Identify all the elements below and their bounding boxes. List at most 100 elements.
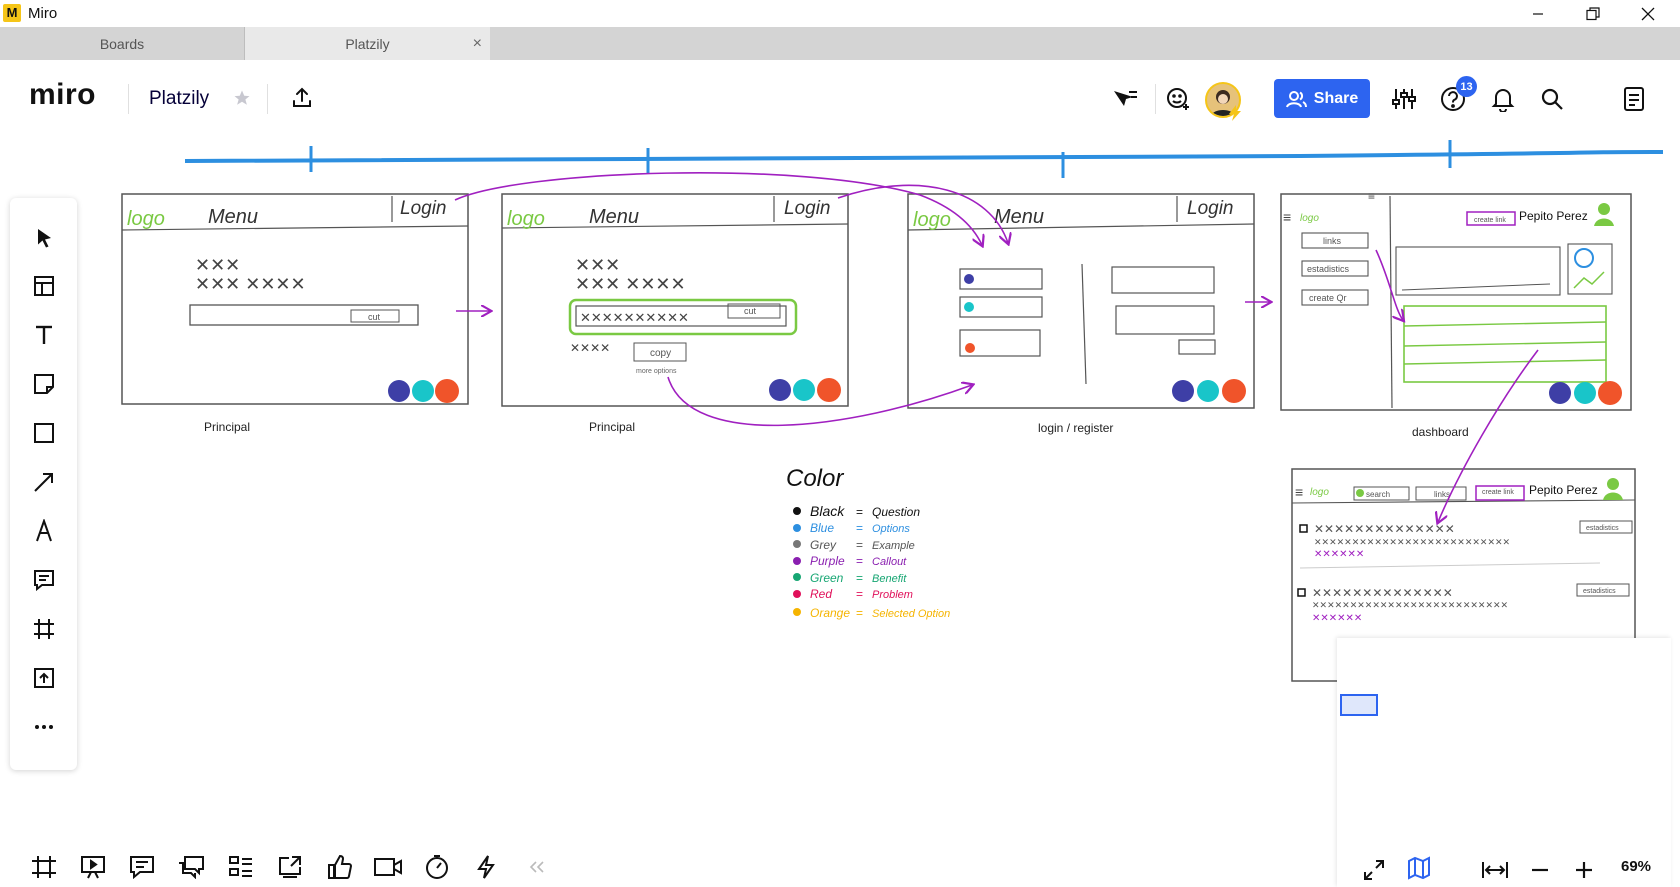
presentation-button[interactable]: [76, 850, 110, 884]
upload-icon: [33, 668, 54, 688]
wireframe-frame-3[interactable]: logo Menu Login: [907, 193, 1255, 409]
frame-caption: Principal: [589, 420, 636, 434]
legend-item-name: Purple: [810, 554, 845, 568]
reactions-icon: [328, 854, 352, 879]
sketch-logo: logo: [1300, 213, 1319, 224]
fullscreen-button[interactable]: [1359, 855, 1389, 885]
placeholder-x-text: ✕✕✕✕✕✕✕✕✕✕✕✕✕✕: [1312, 586, 1453, 600]
comment-icon: [33, 570, 54, 591]
templates-tool[interactable]: [10, 264, 77, 308]
select-cursor-icon: [37, 229, 51, 248]
legend-item: Grey = Example: [793, 538, 915, 552]
video-call-icon: [374, 858, 402, 876]
svg-text:=: =: [856, 587, 863, 601]
left-toolbar: [10, 198, 77, 770]
legend-item: Blue = Options: [793, 521, 910, 535]
zoom-in-button[interactable]: [1569, 855, 1599, 885]
collapse-toolbar-button[interactable]: [520, 850, 554, 884]
placeholder-x-text: ✕✕✕✕✕✕✕✕✕✕: [580, 310, 689, 325]
sketch-logo: logo: [507, 208, 545, 230]
zoom-level[interactable]: 69%: [1621, 858, 1651, 875]
video-call-button[interactable]: [371, 850, 405, 884]
color-legend[interactable]: Color Black = Question Blue = Options Gr…: [786, 465, 950, 620]
sketch-login: Login: [400, 198, 447, 219]
comment-tool[interactable]: [10, 558, 77, 602]
shape-icon: [33, 423, 54, 443]
hamburger-sketch: ≡: [1295, 484, 1303, 500]
minus-icon: [1532, 868, 1548, 872]
placeholder-x-text: ✕✕✕✕✕✕: [1312, 613, 1362, 624]
timer-button[interactable]: [420, 850, 454, 884]
minimap-panel[interactable]: [1337, 638, 1671, 887]
fit-width-icon: [1482, 862, 1508, 878]
zoom-out-button[interactable]: [1525, 855, 1555, 885]
frames-panel-button[interactable]: [27, 850, 61, 884]
sketch-logo: logo: [1310, 487, 1329, 498]
svg-text:=: =: [856, 606, 863, 620]
arrow-tool[interactable]: [10, 460, 77, 504]
legend-item-meaning: Problem: [872, 589, 913, 601]
chat-button[interactable]: [174, 850, 208, 884]
sticky-note-tool[interactable]: [10, 362, 77, 406]
upload-tool[interactable]: [10, 656, 77, 700]
legend-item-meaning: Benefit: [872, 573, 907, 585]
wireframe-frame-1[interactable]: logo Menu Login ✕✕✕ ✕✕✕ ✕✕✕✕ cut: [121, 193, 469, 405]
legend-item: Orange = Selected Option: [793, 606, 950, 620]
legend-item-meaning: Question: [872, 505, 920, 519]
sketch-menu: Menu: [589, 206, 639, 228]
reactions-button[interactable]: [323, 850, 357, 884]
placeholder-x-text: ✕✕✕✕✕✕✕✕✕✕✕✕✕✕: [1314, 522, 1455, 536]
placeholder-x-text: ✕✕✕✕✕✕: [1314, 549, 1364, 560]
placeholder-x-text: ✕✕✕✕✕✕✕✕✕✕✕✕✕✕✕✕✕✕✕✕✕✕✕✕✕✕: [1312, 600, 1508, 610]
templates-icon: [33, 276, 54, 296]
placeholder-x-text: ✕✕✕ ✕✕✕✕: [575, 274, 686, 294]
presentation-icon: [81, 856, 105, 879]
screen-share-icon: [279, 856, 301, 878]
frame-icon: [33, 619, 54, 639]
shape-tool[interactable]: [10, 411, 77, 455]
sketch-logo: logo: [127, 208, 165, 230]
card-list-button[interactable]: [224, 850, 258, 884]
sketch-user-name: Pepito Perez: [1529, 483, 1598, 497]
wireframe-frame-dashboard[interactable]: ≡ logo ≡ create link Pepito Perez links …: [1280, 189, 1632, 411]
svg-text:=: =: [856, 571, 863, 585]
placeholder-x-text: ✕✕✕✕: [570, 341, 610, 355]
legend-item-name: Black: [810, 503, 845, 519]
comments-panel-button[interactable]: [125, 850, 159, 884]
hamburger-sketch: ≡: [1283, 209, 1291, 225]
activity-icon: [477, 855, 495, 879]
activity-button[interactable]: [469, 850, 503, 884]
legend-title: Color: [786, 465, 844, 492]
hamburger-sketch: ≡: [1368, 189, 1375, 203]
expand-icon: [1364, 860, 1384, 880]
select-tool[interactable]: [10, 216, 77, 260]
placeholder-x-text: ✕✕✕✕✕✕✕✕✕✕✕✕✕✕✕✕✕✕✕✕✕✕✕✕✕✕: [1314, 537, 1510, 547]
sketch-login: Login: [1187, 198, 1234, 219]
frame-tool[interactable]: [10, 607, 77, 651]
more-tools-icon: [34, 725, 53, 729]
frame-caption: dashboard: [1412, 425, 1469, 439]
svg-text:=: =: [856, 505, 863, 519]
fit-to-screen-button[interactable]: [1480, 855, 1510, 885]
sketch-cut: cut: [744, 306, 757, 316]
sketch-create-qr: create Qr: [1309, 293, 1347, 303]
timer-icon: [426, 855, 448, 879]
minimap-viewport[interactable]: [1340, 694, 1378, 716]
more-tools-button[interactable]: [10, 705, 77, 749]
svg-text:=: =: [856, 521, 863, 535]
screen-share-button[interactable]: [273, 850, 307, 884]
legend-item-name: Red: [810, 587, 832, 601]
pen-tool[interactable]: [10, 509, 77, 553]
text-tool[interactable]: [10, 313, 77, 357]
legend-item: Purple = Callout: [793, 554, 907, 568]
wireframe-frame-2[interactable]: logo Menu Login ✕✕✕ ✕✕✕ ✕✕✕✕ ✕✕✕✕✕✕✕✕✕✕ …: [501, 193, 849, 407]
frame-caption: login / register: [1038, 421, 1114, 435]
map-icon: [1408, 856, 1430, 880]
sketch-login: Login: [784, 198, 831, 219]
legend-item-name: Blue: [810, 521, 834, 535]
legend-item-meaning: Selected Option: [872, 608, 950, 620]
minimap-toggle-button[interactable]: [1404, 853, 1434, 883]
pen-icon: [35, 519, 52, 542]
legend-item-name: Orange: [810, 606, 850, 620]
sketch-menu: Menu: [208, 206, 258, 228]
